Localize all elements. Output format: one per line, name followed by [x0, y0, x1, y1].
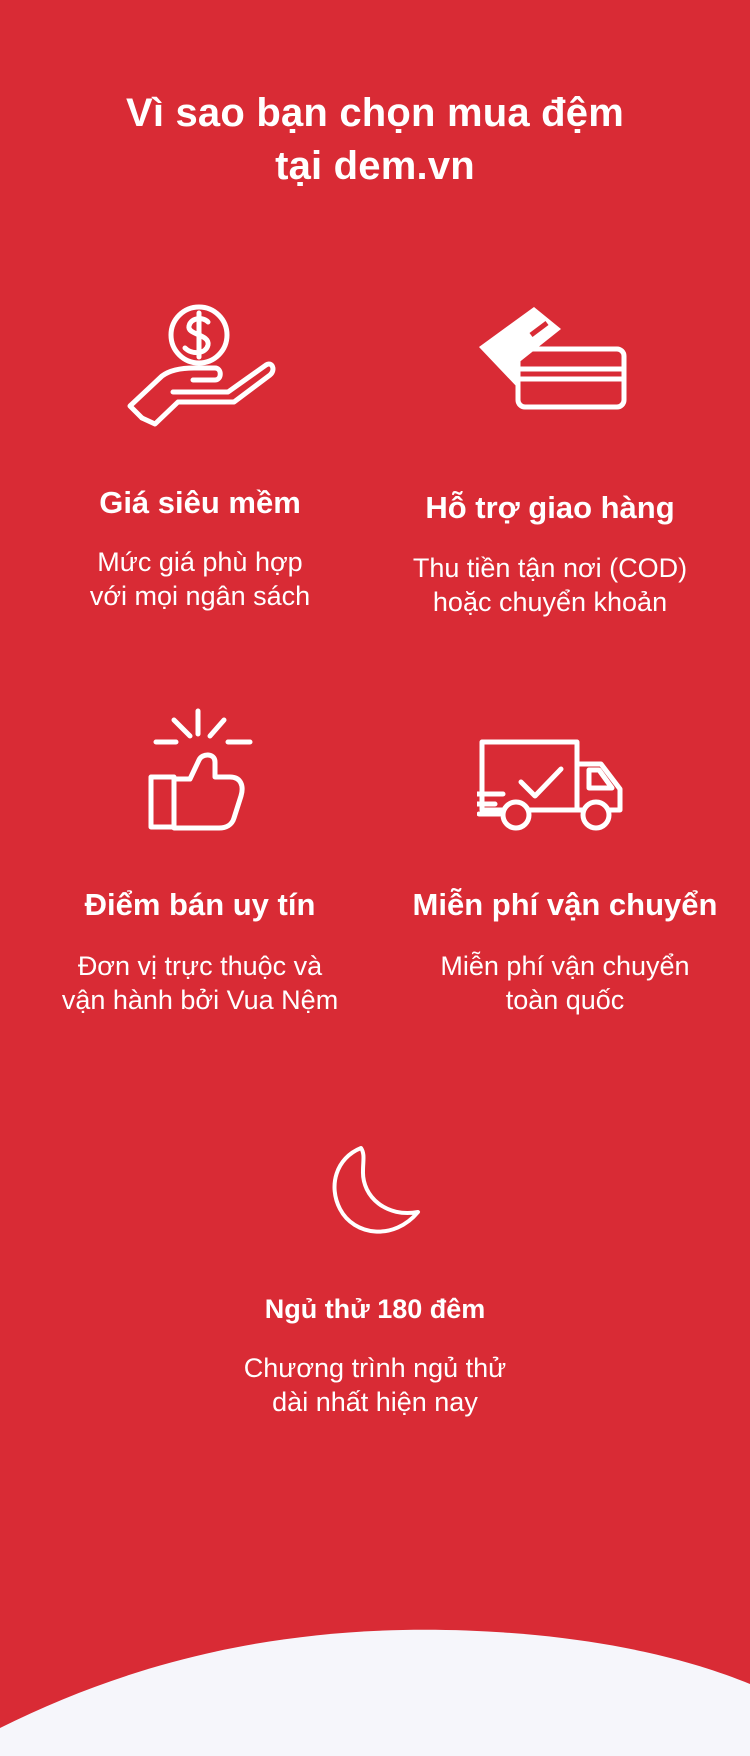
- feature-free-shipping-line-2: toàn quốc: [505, 984, 625, 1015]
- why-buy-infographic: Vì sao bạn chọn mua đệm tại dem.vn Giá s…: [0, 0, 750, 1756]
- feature-trusted-store-line-2: vận hành bởi Vua Nệm: [61, 984, 339, 1015]
- feature-sleep-trial-line-2: dài nhất hiện nay: [272, 1386, 478, 1417]
- feature-sleep-trial-line-1: Chương trình ngủ thử: [243, 1353, 507, 1383]
- feature-delivery-support-description: Thu tiền tận nơi (COD) hoặc chuyển khoản: [385, 552, 715, 620]
- feature-trusted-store-title: Điểm bán uy tín: [84, 887, 316, 922]
- feature-trusted-store-description: Đơn vị trực thuộc và vận hành bởi Vua Nệ…: [20, 950, 380, 1018]
- feature-price-title: Giá siêu mềm: [99, 485, 301, 520]
- feature-sleep-trial: Ngủ thử 180 đêm Chương trình ngủ thử dài…: [190, 1134, 560, 1434]
- delivery-truck-icon: [477, 739, 623, 831]
- feature-price-line-2: với mọi ngân sách: [89, 580, 311, 611]
- page-title: Vì sao bạn chọn mua đệm tại dem.vn: [0, 87, 750, 193]
- feature-delivery-support-line-2: hoặc chuyển khoản: [432, 586, 668, 617]
- feature-sleep-trial-description: Chương trình ngủ thử dài nhất hiện nay: [190, 1352, 560, 1420]
- moon-icon: [332, 1146, 420, 1234]
- page-title-line-1: Vì sao bạn chọn mua đệm: [125, 91, 625, 135]
- feature-sleep-trial-title: Ngủ thử 180 đêm: [264, 1294, 486, 1324]
- feature-price-line-1: Mức giá phù hợp: [97, 547, 303, 577]
- feature-price-description: Mức giá phù hợp với mọi ngân sách: [40, 546, 360, 614]
- dollar-hand-icon: [127, 304, 276, 427]
- feature-free-shipping: Miễn phí vận chuyển Miễn phí vận chuyển …: [385, 738, 745, 1048]
- feature-trusted-store: Điểm bán uy tín Đơn vị trực thuộc và vận…: [20, 707, 380, 1037]
- page-title-line-2: tại dem.vn: [275, 144, 475, 189]
- credit-card-icon: [479, 307, 627, 410]
- feature-free-shipping-line-1: Miễn phí vận chuyển: [440, 951, 690, 981]
- thumbs-up-icon: [148, 708, 253, 831]
- feature-free-shipping-title: Miễn phí vận chuyển: [412, 887, 718, 922]
- feature-delivery-support: Hỗ trợ giao hàng Thu tiền tận nơi (COD) …: [385, 300, 715, 620]
- feature-delivery-support-line-1: Thu tiền tận nơi (COD): [412, 553, 688, 583]
- feature-price: Giá siêu mềm Mức giá phù hợp với mọi ngâ…: [40, 300, 360, 620]
- bottom-wave: [0, 1629, 750, 1756]
- feature-delivery-support-title: Hỗ trợ giao hàng: [425, 490, 675, 525]
- feature-trusted-store-line-1: Đơn vị trực thuộc và: [77, 951, 323, 981]
- feature-free-shipping-description: Miễn phí vận chuyển toàn quốc: [385, 950, 745, 1018]
